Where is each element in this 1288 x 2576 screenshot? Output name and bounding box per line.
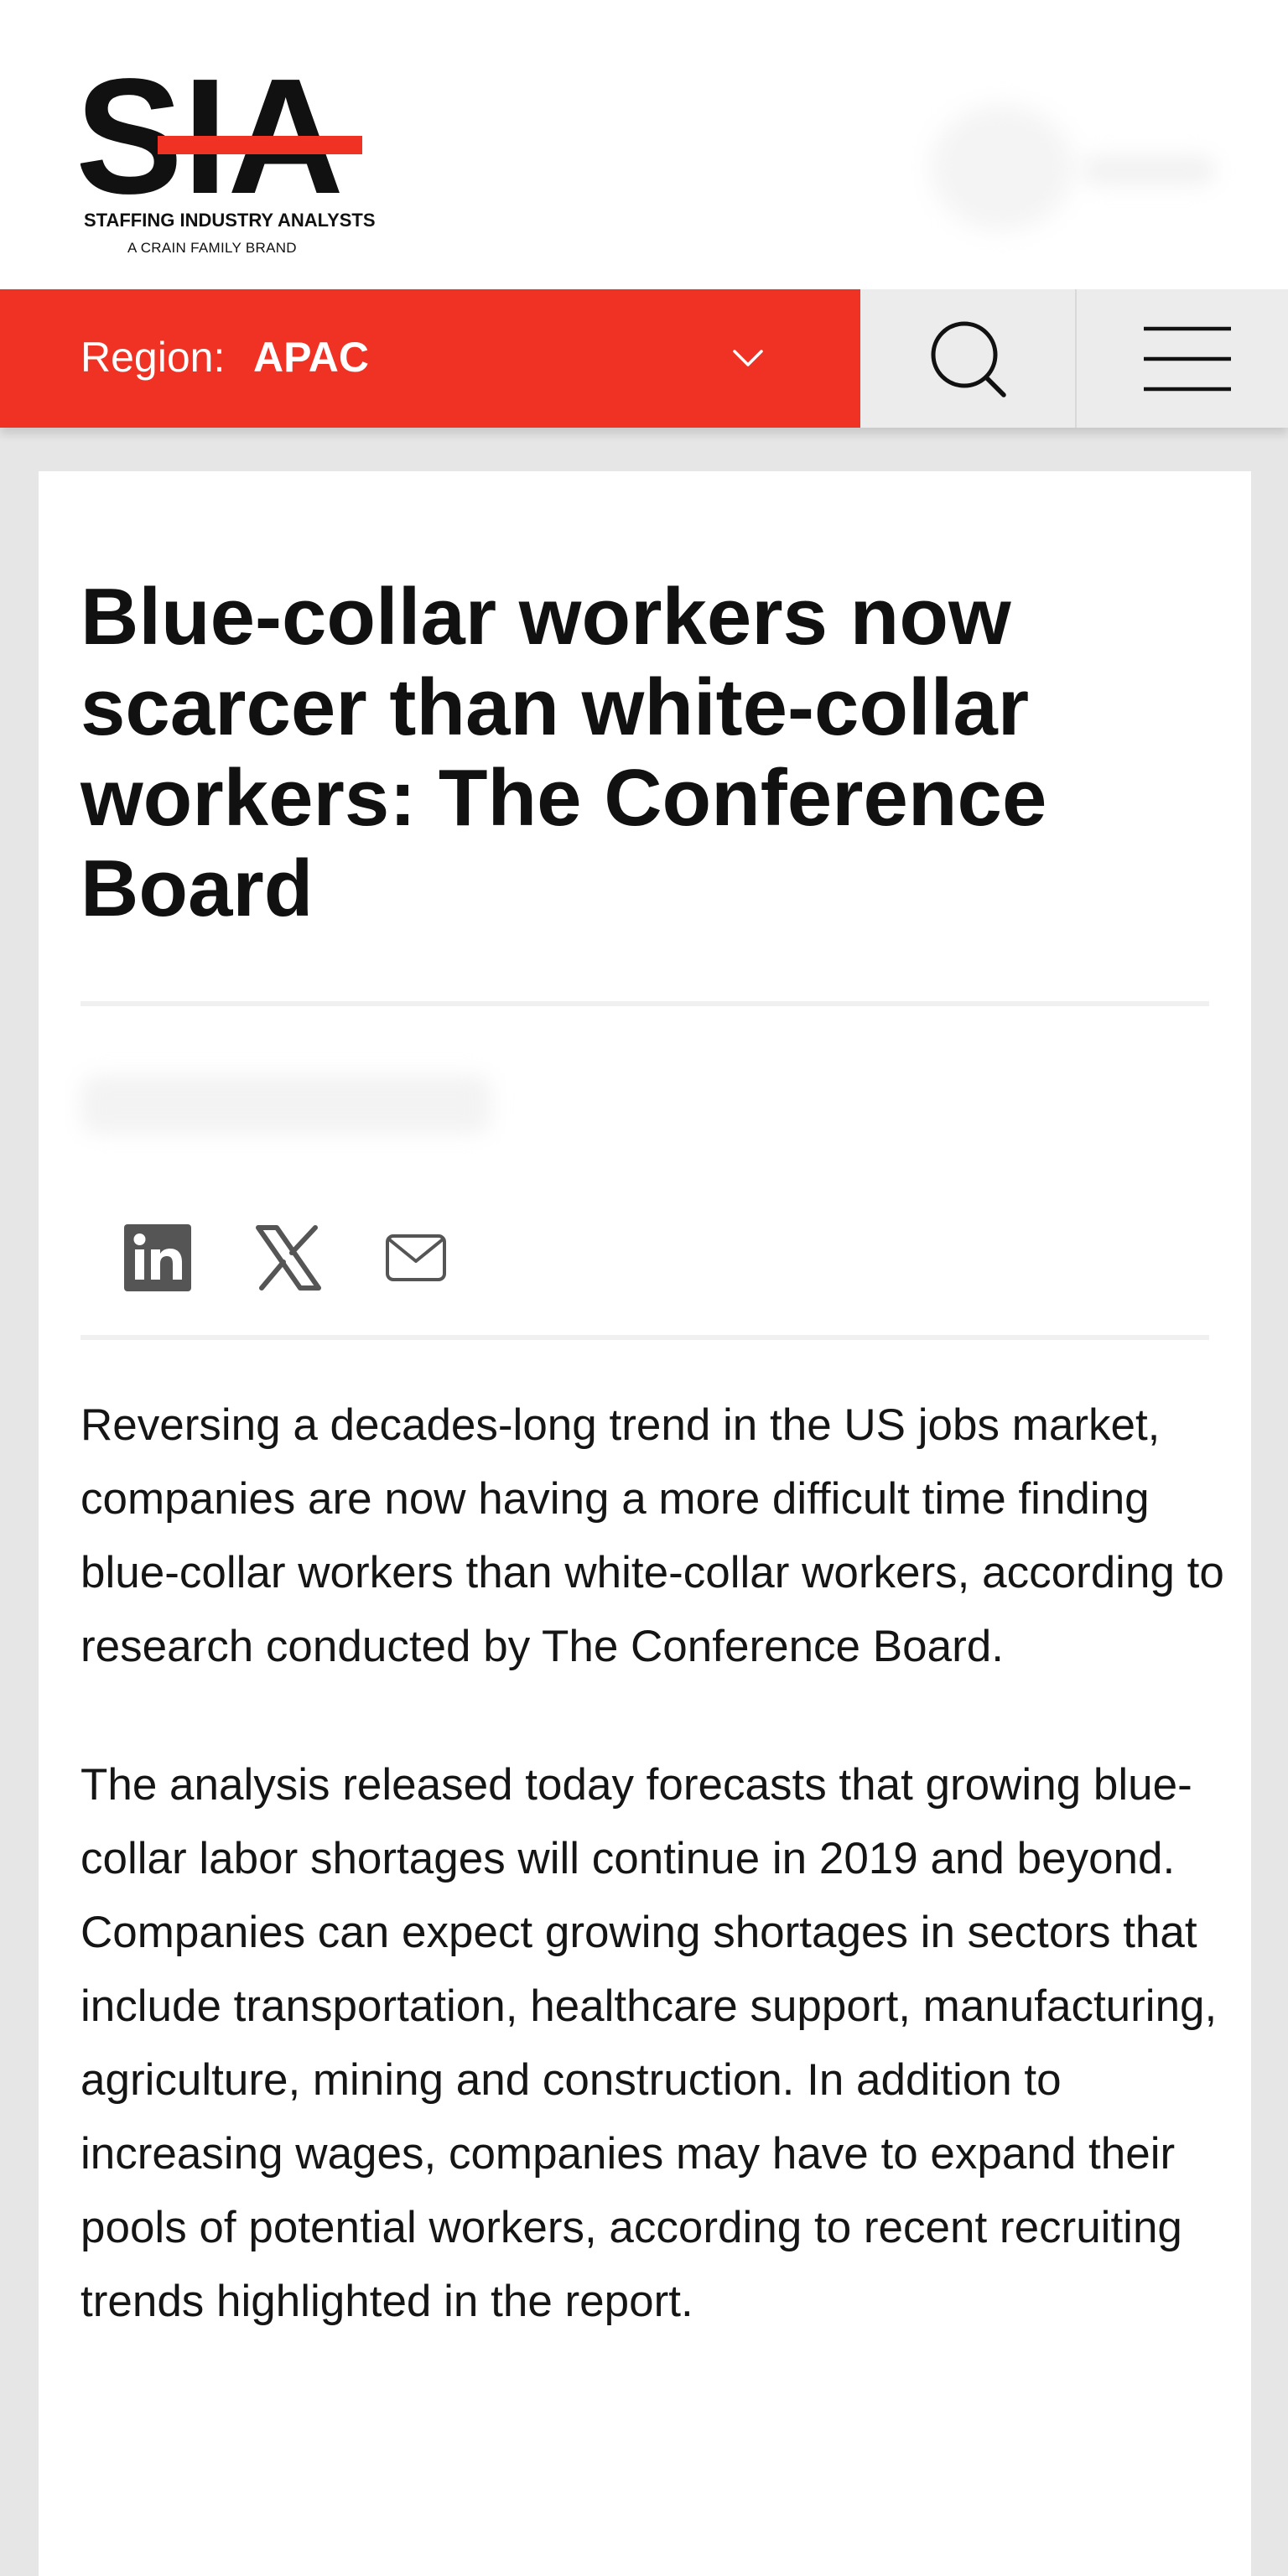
region-selector[interactable]: Region: APAC	[0, 289, 860, 428]
blurred-byline	[80, 1075, 491, 1134]
logo-red-bar	[158, 136, 362, 154]
share-x-button[interactable]	[253, 1223, 324, 1293]
share-bar	[122, 1223, 508, 1298]
region-value: APAC	[253, 334, 369, 381]
menu-button[interactable]	[1077, 289, 1288, 428]
share-linkedin-button[interactable]	[122, 1223, 193, 1293]
blurred-account-avatar	[931, 105, 1073, 231]
logo-subtag: A CRAIN FAMILY BRAND	[127, 240, 297, 256]
article-paragraph: Reversing a decades-long trend in the US…	[80, 1400, 1224, 1671]
divider-bottom	[80, 1335, 1209, 1340]
x-icon	[256, 1225, 321, 1291]
linkedin-icon	[124, 1224, 191, 1291]
chevron-down-icon	[733, 350, 763, 366]
blurred-account-label	[1082, 155, 1216, 185]
article-body: Reversing a decades-long trend in the US…	[80, 1389, 1246, 2403]
divider-top	[80, 1001, 1209, 1006]
search-button[interactable]	[860, 289, 1075, 428]
hamburger-menu-icon	[1144, 326, 1231, 392]
article-card: Blue-collar workers now scarcer than whi…	[39, 471, 1251, 2576]
share-email-button[interactable]	[384, 1223, 448, 1293]
search-icon	[931, 321, 1006, 397]
email-icon	[386, 1234, 446, 1281]
article-paragraph: The analysis released today forecasts th…	[80, 1760, 1218, 2326]
logo-tagline: STAFFING INDUSTRY ANALYSTS	[84, 210, 376, 231]
nav-bar: Region: APAC	[0, 289, 1288, 428]
site-header: SIA STAFFING INDUSTRY ANALYSTS A CRAIN F…	[0, 0, 1288, 289]
article-headline: Blue-collar workers now scarcer than whi…	[80, 572, 1047, 933]
sia-logo[interactable]: SIA STAFFING INDUSTRY ANALYSTS A CRAIN F…	[80, 67, 376, 268]
sia-logo-mark: SIA	[80, 67, 362, 210]
region-label: Region:	[80, 334, 226, 381]
